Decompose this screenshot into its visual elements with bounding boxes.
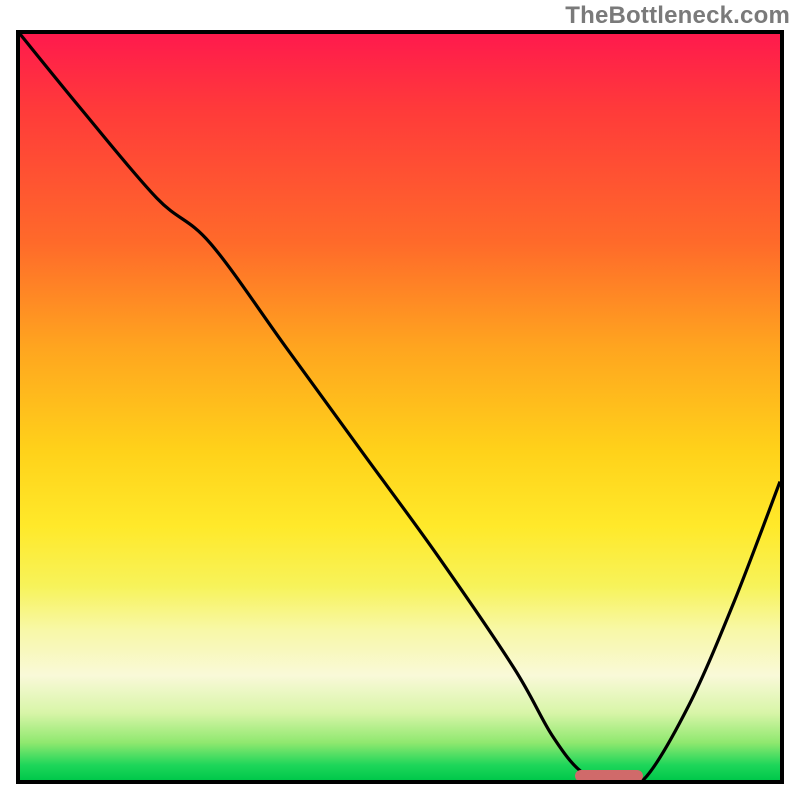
chart-frame: TheBottleneck.com [0,0,800,800]
optimal-range-marker [575,770,643,782]
watermark-text: TheBottleneck.com [565,2,790,30]
plot-area [16,30,784,784]
curve-path [20,34,780,780]
bottleneck-curve [20,34,780,780]
